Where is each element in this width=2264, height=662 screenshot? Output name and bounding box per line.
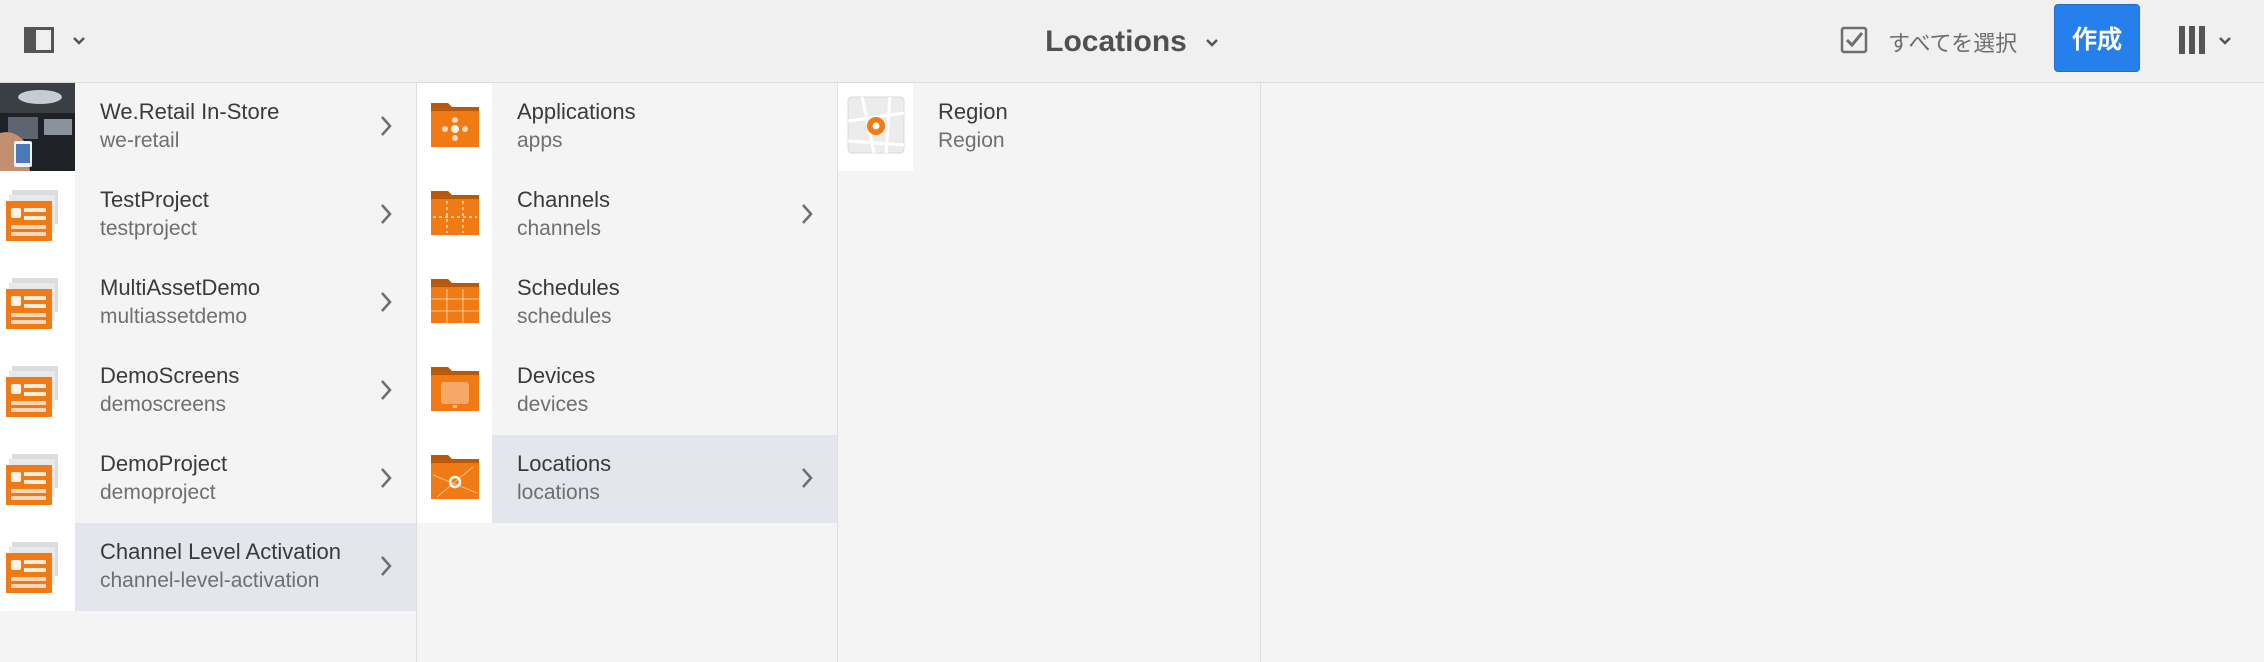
column-view-icon (2178, 25, 2206, 60)
list-item[interactable]: TestProject testproject (0, 171, 416, 259)
locations-folder-icon (417, 435, 492, 523)
item-subtitle: Region (938, 129, 1005, 152)
item-subtitle: multiassetdemo (100, 305, 248, 328)
chevron-down-icon (1205, 35, 1219, 53)
column-empty (1261, 83, 2264, 662)
applications-folder-icon (417, 83, 492, 171)
devices-folder-icon (417, 347, 492, 435)
list-item-selected[interactable]: Locations locations (417, 435, 837, 523)
chevron-right-icon (380, 555, 392, 582)
item-subtitle: testproject (100, 217, 197, 240)
item-subtitle: channel-level-activation (100, 569, 320, 592)
create-button[interactable]: 作成 (2054, 4, 2140, 72)
column-project-children: Applications apps Channels channels Sche… (417, 83, 838, 662)
list-item[interactable]: MultiAssetDemo multiassetdemo (0, 259, 416, 347)
item-subtitle: we-retail (100, 129, 180, 152)
list-item[interactable]: Schedules schedules (417, 259, 837, 347)
item-title: Region (938, 99, 1008, 124)
item-title: TestProject (100, 187, 209, 212)
column-projects: We.Retail In-Store we-retail TestProject (0, 83, 417, 662)
select-all-label: すべてを選択 (1888, 31, 2018, 56)
list-item[interactable]: Region Region (838, 83, 1260, 171)
project-icon (0, 523, 75, 611)
chevron-right-icon (380, 379, 392, 406)
list-item[interactable]: DemoScreens demoscreens (0, 347, 416, 435)
chevron-down-icon (2218, 33, 2232, 51)
list-item[interactable]: We.Retail In-Store we-retail (0, 83, 416, 171)
photo-thumbnail (0, 83, 75, 171)
chevron-right-icon (801, 203, 813, 230)
item-title: Devices (517, 363, 596, 388)
item-title: DemoProject (100, 451, 228, 476)
list-item-selected[interactable]: Channel Level Activation channel-level-a… (0, 523, 416, 611)
item-title: Schedules (517, 275, 620, 300)
list-item[interactable]: Channels channels (417, 171, 837, 259)
item-subtitle: schedules (517, 305, 612, 328)
list-item[interactable]: DemoProject demoproject (0, 435, 416, 523)
page-title: Locations (1045, 24, 1187, 58)
schedules-folder-icon (417, 259, 492, 347)
chevron-right-icon (380, 115, 392, 142)
rail-toggle-button[interactable] (24, 24, 86, 60)
item-subtitle: devices (517, 393, 589, 416)
map-pin-icon (838, 83, 913, 171)
chevron-right-icon (380, 467, 392, 494)
chevron-right-icon (801, 467, 813, 494)
select-all-button[interactable]: すべてを選択 (1840, 22, 2017, 62)
checkbox-select-icon (1840, 26, 1868, 59)
channels-folder-icon (417, 171, 492, 259)
project-icon (0, 171, 75, 259)
item-subtitle: demoscreens (100, 393, 227, 416)
item-subtitle: channels (517, 217, 602, 240)
chevron-right-icon (380, 291, 392, 318)
item-title: MultiAssetDemo (100, 275, 261, 300)
list-item[interactable]: Devices devices (417, 347, 837, 435)
column-locations: Region Region (838, 83, 1261, 662)
item-title: Applications (517, 99, 636, 124)
chevron-right-icon (380, 203, 392, 230)
item-title: Channels (517, 187, 610, 212)
project-icon (0, 259, 75, 347)
list-item[interactable]: Applications apps (417, 83, 837, 171)
item-title: We.Retail In-Store (100, 99, 280, 124)
view-switcher-button[interactable] (2178, 22, 2232, 62)
item-title: Channel Level Activation (100, 539, 341, 564)
item-title: Locations (517, 451, 612, 476)
item-subtitle: demoproject (100, 481, 216, 504)
action-bar: Locations すべてを選択 作成 (0, 0, 2264, 83)
item-subtitle: apps (517, 129, 563, 152)
item-title: DemoScreens (100, 363, 240, 388)
side-panel-icon (24, 26, 54, 58)
chevron-down-icon (72, 33, 86, 51)
project-icon (0, 435, 75, 523)
project-icon (0, 347, 75, 435)
item-subtitle: locations (517, 481, 600, 504)
title-dropdown[interactable]: Locations (1045, 25, 1219, 59)
